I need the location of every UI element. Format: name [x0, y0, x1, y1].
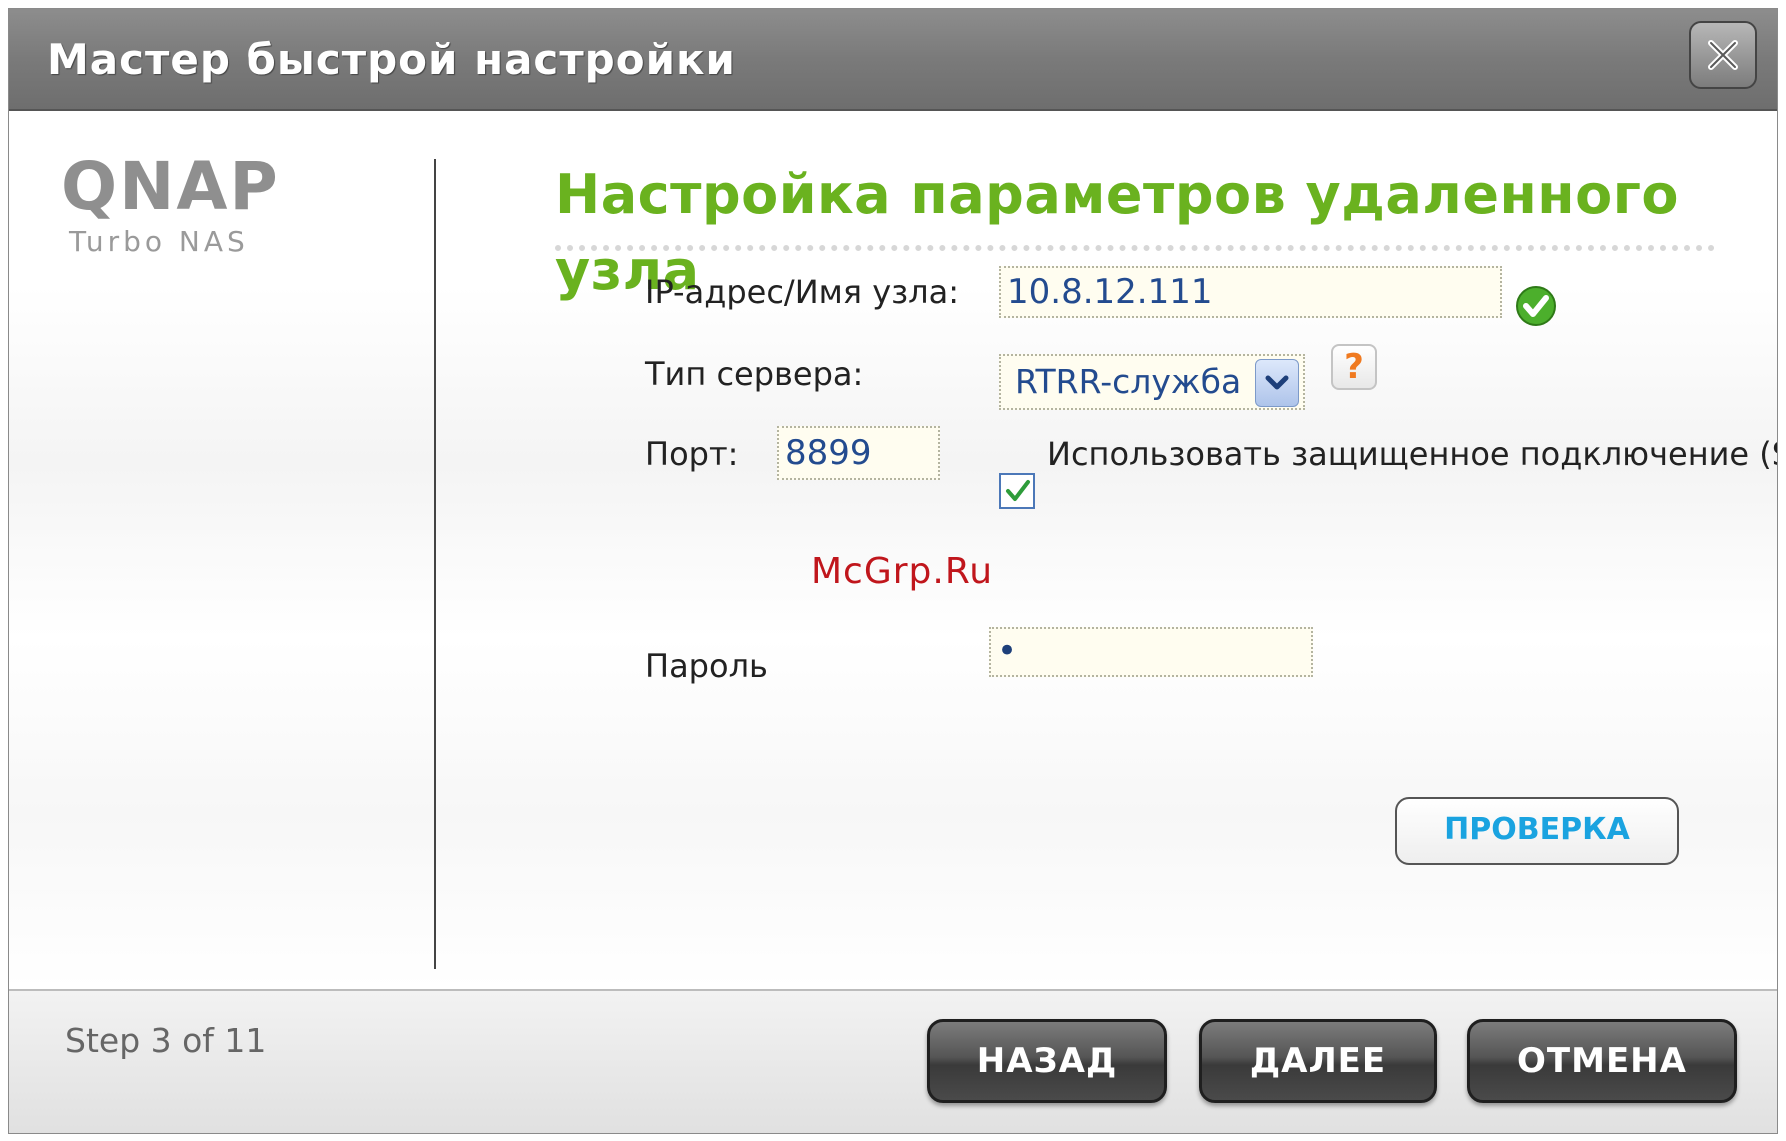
- check-circle-icon: [1516, 286, 1556, 326]
- dropdown-button[interactable]: [1255, 359, 1299, 407]
- password-value: •: [997, 631, 1018, 671]
- close-icon: [1708, 40, 1738, 70]
- logo-subtitle: Turbo NAS: [68, 225, 249, 258]
- server-type-select[interactable]: RTRR-служба: [999, 354, 1305, 410]
- password-label: Пароль: [645, 647, 768, 685]
- secure-connection-checkbox[interactable]: [999, 473, 1035, 509]
- check-button[interactable]: ПРОВЕРКА: [1395, 797, 1679, 865]
- server-type-value: RTRR-служба: [1015, 362, 1242, 401]
- chevron-down-icon: [1265, 375, 1289, 390]
- logo-brand: QNAP: [61, 151, 280, 225]
- heading-dotted-rule: [555, 245, 1715, 251]
- title-bar: Мастер быстрой настройки: [9, 9, 1777, 111]
- content-area: QNAP Turbo NAS Настройка параметров удал…: [9, 111, 1777, 989]
- back-button[interactable]: НАЗАД: [927, 1019, 1167, 1103]
- host-label: IP-адрес/Имя узла:: [645, 273, 959, 311]
- secure-connection-label: Использовать защищенное подключение (S: [1047, 435, 1778, 473]
- next-button[interactable]: ДАЛЕЕ: [1199, 1019, 1437, 1103]
- qnap-logo: QNAP Turbo NAS: [61, 151, 280, 258]
- host-input[interactable]: 10.8.12.111: [999, 266, 1502, 318]
- help-button[interactable]: ?: [1331, 344, 1377, 390]
- host-value: 10.8.12.111: [1007, 272, 1213, 312]
- checkmark-icon: [1006, 480, 1030, 501]
- help-icon: ?: [1344, 347, 1364, 387]
- dialog-title: Мастер быстрой настройки: [47, 35, 736, 84]
- watermark-text: McGrp.Ru: [811, 551, 994, 592]
- step-indicator: Step 3 of 11: [65, 1021, 267, 1060]
- quick-setup-dialog: Мастер быстрой настройки QNAP Turbo NAS …: [8, 8, 1778, 1134]
- port-value: 8899: [785, 433, 872, 473]
- port-input[interactable]: 8899: [777, 426, 940, 480]
- footer-bar: Step 3 of 11 НАЗАД ДАЛЕЕ ОТМЕНА: [9, 989, 1777, 1133]
- port-label: Порт:: [645, 435, 739, 473]
- close-button[interactable]: [1689, 21, 1757, 89]
- server-type-label: Тип сервера:: [645, 355, 864, 393]
- vertical-divider: [434, 159, 436, 969]
- cancel-button[interactable]: ОТМЕНА: [1467, 1019, 1737, 1103]
- password-input[interactable]: •: [989, 627, 1313, 677]
